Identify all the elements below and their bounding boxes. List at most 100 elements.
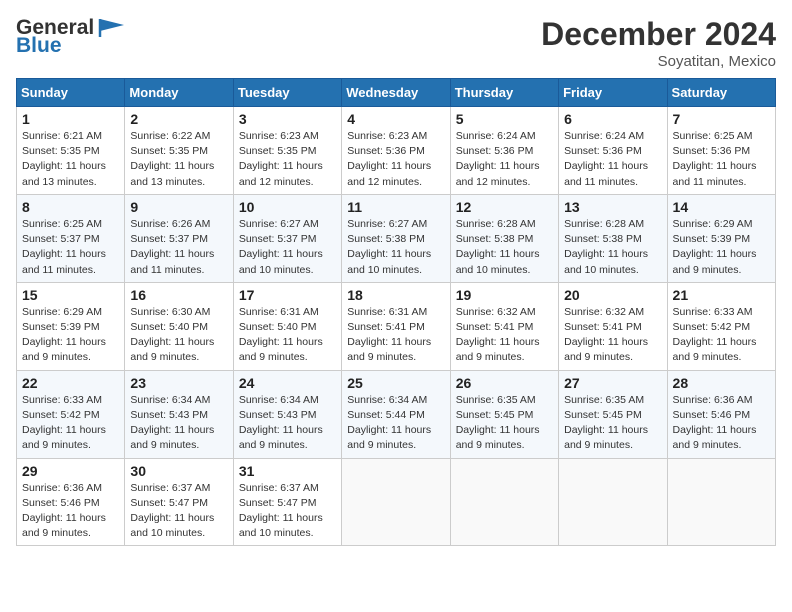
day-info: Sunrise: 6:27 AM Sunset: 5:38 PM Dayligh… — [347, 217, 444, 278]
day-number: 10 — [239, 199, 336, 215]
calendar-week-4: 22 Sunrise: 6:33 AM Sunset: 5:42 PM Dayli… — [17, 370, 776, 458]
day-number: 21 — [673, 287, 770, 303]
day-info: Sunrise: 6:28 AM Sunset: 5:38 PM Dayligh… — [564, 217, 661, 278]
day-info: Sunrise: 6:32 AM Sunset: 5:41 PM Dayligh… — [456, 305, 553, 366]
day-number: 16 — [130, 287, 227, 303]
calendar-cell: 3Sunrise: 6:23 AM Sunset: 5:35 PM Daylig… — [233, 107, 341, 195]
day-info: Sunrise: 6:34 AM Sunset: 5:44 PM Dayligh… — [347, 393, 444, 454]
day-info: Sunrise: 6:28 AM Sunset: 5:38 PM Dayligh… — [456, 217, 553, 278]
day-info: Sunrise: 6:29 AM Sunset: 5:39 PM Dayligh… — [673, 217, 770, 278]
day-number: 15 — [22, 287, 119, 303]
day-number: 19 — [456, 287, 553, 303]
calendar-cell: 11 Sunrise: 6:27 AM Sunset: 5:38 PM Dayli… — [342, 194, 450, 282]
weekday-header-tuesday: Tuesday — [233, 79, 341, 107]
calendar-cell: 30Sunrise: 6:37 AM Sunset: 5:47 PM Dayli… — [125, 458, 233, 546]
day-number: 7 — [673, 111, 770, 127]
day-info: Sunrise: 6:27 AM Sunset: 5:37 PM Dayligh… — [239, 217, 336, 278]
day-info: Sunrise: 6:31 AM Sunset: 5:41 PM Dayligh… — [347, 305, 444, 366]
day-info: Sunrise: 6:32 AM Sunset: 5:41 PM Dayligh… — [564, 305, 661, 366]
weekday-header-thursday: Thursday — [450, 79, 558, 107]
calendar-cell — [559, 458, 667, 546]
calendar-cell: 16 Sunrise: 6:30 AM Sunset: 5:40 PM Dayli… — [125, 282, 233, 370]
day-number: 8 — [22, 199, 119, 215]
day-info: Sunrise: 6:24 AM Sunset: 5:36 PM Dayligh… — [564, 129, 661, 190]
calendar-cell: 2 Sunrise: 6:22 AM Sunset: 5:35 PM Daylig… — [125, 107, 233, 195]
logo-flag-icon — [96, 17, 128, 39]
calendar-cell: 29 Sunrise: 6:36 AM Sunset: 5:46 PM Dayli… — [17, 458, 125, 546]
calendar-cell: 20 Sunrise: 6:32 AM Sunset: 5:41 PM Dayli… — [559, 282, 667, 370]
calendar-cell: 22 Sunrise: 6:33 AM Sunset: 5:42 PM Dayli… — [17, 370, 125, 458]
day-info: Sunrise: 6:31 AM Sunset: 5:40 PM Dayligh… — [239, 305, 336, 366]
day-number: 23 — [130, 375, 227, 391]
day-info: Sunrise: 6:34 AM Sunset: 5:43 PM Dayligh… — [239, 393, 336, 454]
calendar-cell — [450, 458, 558, 546]
day-info: Sunrise: 6:36 AM Sunset: 5:46 PM Dayligh… — [673, 393, 770, 454]
day-number: 3 — [239, 111, 336, 127]
day-number: 12 — [456, 199, 553, 215]
day-info: Sunrise: 6:25 AM Sunset: 5:36 PM Dayligh… — [673, 129, 770, 190]
calendar-cell — [667, 458, 775, 546]
day-number: 13 — [564, 199, 661, 215]
day-number: 29 — [22, 463, 119, 479]
day-info: Sunrise: 6:22 AM Sunset: 5:35 PM Dayligh… — [130, 129, 227, 190]
month-title: December 2024 — [541, 16, 776, 53]
day-info: Sunrise: 6:29 AM Sunset: 5:39 PM Dayligh… — [22, 305, 119, 366]
calendar-cell: 15 Sunrise: 6:29 AM Sunset: 5:39 PM Dayli… — [17, 282, 125, 370]
day-number: 9 — [130, 199, 227, 215]
day-info: Sunrise: 6:36 AM Sunset: 5:46 PM Dayligh… — [22, 481, 119, 542]
day-number: 24 — [239, 375, 336, 391]
weekday-header-monday: Monday — [125, 79, 233, 107]
day-number: 18 — [347, 287, 444, 303]
title-block: December 2024 Soyatitan, Mexico — [541, 16, 776, 70]
day-info: Sunrise: 6:21 AM Sunset: 5:35 PM Dayligh… — [22, 129, 119, 190]
calendar-cell: 7 Sunrise: 6:25 AM Sunset: 5:36 PM Daylig… — [667, 107, 775, 195]
calendar-week-2: 8Sunrise: 6:25 AM Sunset: 5:37 PM Daylig… — [17, 194, 776, 282]
day-number: 6 — [564, 111, 661, 127]
day-number: 31 — [239, 463, 336, 479]
day-number: 27 — [564, 375, 661, 391]
day-number: 25 — [347, 375, 444, 391]
day-number: 22 — [22, 375, 119, 391]
calendar-cell: 28Sunrise: 6:36 AM Sunset: 5:46 PM Dayli… — [667, 370, 775, 458]
calendar-cell: 14Sunrise: 6:29 AM Sunset: 5:39 PM Dayli… — [667, 194, 775, 282]
calendar-cell: 25 Sunrise: 6:34 AM Sunset: 5:44 PM Dayli… — [342, 370, 450, 458]
day-info: Sunrise: 6:34 AM Sunset: 5:43 PM Dayligh… — [130, 393, 227, 454]
calendar-table: SundayMondayTuesdayWednesdayThursdayFrid… — [16, 78, 776, 546]
calendar-cell: 21 Sunrise: 6:33 AM Sunset: 5:42 PM Dayli… — [667, 282, 775, 370]
day-info: Sunrise: 6:37 AM Sunset: 5:47 PM Dayligh… — [239, 481, 336, 542]
calendar-cell: 26 Sunrise: 6:35 AM Sunset: 5:45 PM Dayli… — [450, 370, 558, 458]
calendar-week-5: 29 Sunrise: 6:36 AM Sunset: 5:46 PM Dayli… — [17, 458, 776, 546]
day-info: Sunrise: 6:24 AM Sunset: 5:36 PM Dayligh… — [456, 129, 553, 190]
day-number: 20 — [564, 287, 661, 303]
calendar-cell: 31 Sunrise: 6:37 AM Sunset: 5:47 PM Dayli… — [233, 458, 341, 546]
day-info: Sunrise: 6:37 AM Sunset: 5:47 PM Dayligh… — [130, 481, 227, 542]
calendar-cell: 8Sunrise: 6:25 AM Sunset: 5:37 PM Daylig… — [17, 194, 125, 282]
day-info: Sunrise: 6:23 AM Sunset: 5:36 PM Dayligh… — [347, 129, 444, 190]
page-header: General Blue December 2024 Soyatitan, Me… — [16, 16, 776, 70]
calendar-cell: 17 Sunrise: 6:31 AM Sunset: 5:40 PM Dayli… — [233, 282, 341, 370]
day-info: Sunrise: 6:35 AM Sunset: 5:45 PM Dayligh… — [564, 393, 661, 454]
calendar-cell: 18 Sunrise: 6:31 AM Sunset: 5:41 PM Dayli… — [342, 282, 450, 370]
calendar-cell: 24 Sunrise: 6:34 AM Sunset: 5:43 PM Dayli… — [233, 370, 341, 458]
calendar-cell: 10 Sunrise: 6:27 AM Sunset: 5:37 PM Dayli… — [233, 194, 341, 282]
day-number: 1 — [22, 111, 119, 127]
day-info: Sunrise: 6:33 AM Sunset: 5:42 PM Dayligh… — [22, 393, 119, 454]
calendar-cell: 27 Sunrise: 6:35 AM Sunset: 5:45 PM Dayli… — [559, 370, 667, 458]
day-info: Sunrise: 6:30 AM Sunset: 5:40 PM Dayligh… — [130, 305, 227, 366]
weekday-header-friday: Friday — [559, 79, 667, 107]
day-number: 2 — [130, 111, 227, 127]
day-info: Sunrise: 6:35 AM Sunset: 5:45 PM Dayligh… — [456, 393, 553, 454]
logo: General Blue — [16, 16, 128, 58]
day-number: 17 — [239, 287, 336, 303]
day-number: 5 — [456, 111, 553, 127]
day-info: Sunrise: 6:26 AM Sunset: 5:37 PM Dayligh… — [130, 217, 227, 278]
calendar-week-1: 1 Sunrise: 6:21 AM Sunset: 5:35 PM Daylig… — [17, 107, 776, 195]
day-number: 4 — [347, 111, 444, 127]
weekday-header-sunday: Sunday — [17, 79, 125, 107]
weekday-header-saturday: Saturday — [667, 79, 775, 107]
day-number: 11 — [347, 199, 444, 215]
calendar-cell: 23 Sunrise: 6:34 AM Sunset: 5:43 PM Dayli… — [125, 370, 233, 458]
day-number: 26 — [456, 375, 553, 391]
day-info: Sunrise: 6:33 AM Sunset: 5:42 PM Dayligh… — [673, 305, 770, 366]
calendar-cell: 4 Sunrise: 6:23 AM Sunset: 5:36 PM Daylig… — [342, 107, 450, 195]
